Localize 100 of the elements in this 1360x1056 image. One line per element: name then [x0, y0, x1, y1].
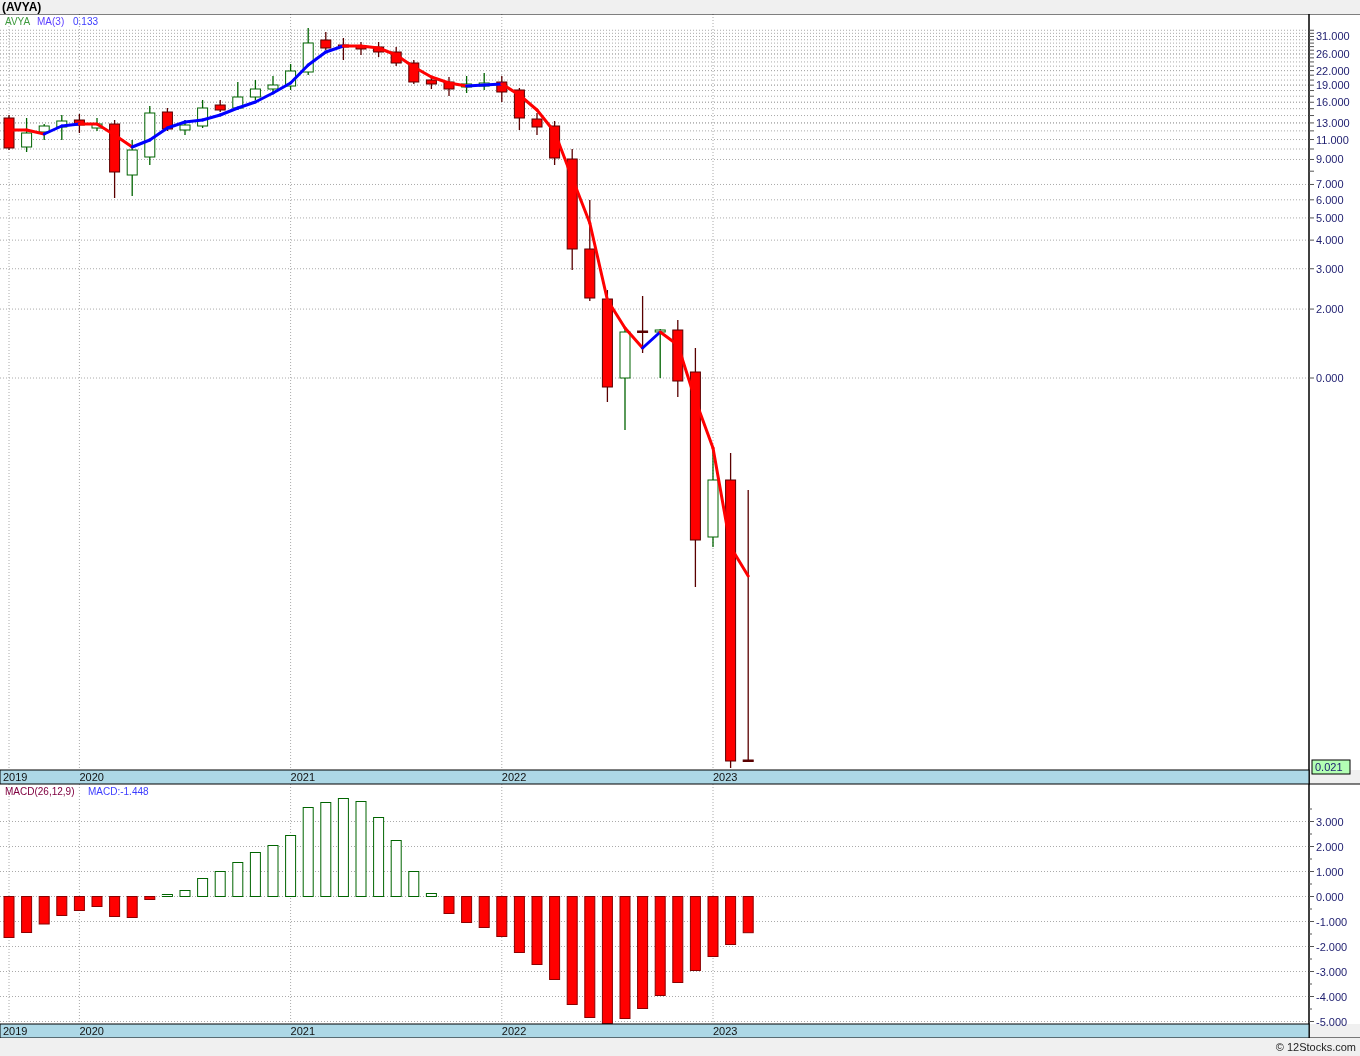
macd-bar [496, 896, 508, 937]
candlestick [355, 41, 367, 56]
candlestick [91, 117, 103, 132]
candlestick [513, 87, 525, 131]
candlestick [285, 63, 297, 91]
macd-axis-label: 3.000 [1316, 815, 1344, 828]
candlestick [320, 31, 332, 51]
macd-bar [513, 896, 525, 953]
macd-bar [91, 896, 103, 907]
price-axis-label: 16.000 [1316, 96, 1350, 109]
price-axis-label: 11.000 [1316, 133, 1349, 146]
chart-title: (AVYA) [2, 0, 42, 14]
macd-bar [390, 840, 402, 897]
macd-bar [73, 896, 85, 911]
candlestick [408, 59, 420, 85]
macd-bar [197, 878, 209, 897]
candlestick [461, 75, 473, 94]
macd-bar [425, 893, 437, 897]
moving-average-segment [429, 75, 451, 85]
candlestick [267, 75, 279, 93]
macd-bar [179, 890, 191, 897]
macd-bar [21, 896, 33, 933]
candlestick [232, 81, 244, 111]
macd-bar [38, 896, 50, 925]
macd-bar [707, 896, 719, 957]
macd-bar [443, 896, 455, 914]
year-label: 2023 [713, 1025, 738, 1037]
year-label: 2020 [79, 771, 104, 783]
candlestick [56, 114, 68, 141]
year-label: 2020 [79, 1025, 104, 1037]
price-axis-label: 6.000 [1316, 193, 1344, 206]
copyright-text: © 12Stocks.com [1275, 1039, 1356, 1055]
candlestick [637, 295, 649, 354]
price-axis-label: 0.000 [1316, 372, 1344, 384]
moving-average-segment [623, 326, 645, 350]
macd-legend: MACD(26,12,9) [5, 786, 75, 797]
year-label: 2019 [3, 1025, 28, 1037]
candlestick [73, 113, 85, 134]
macd-bar [161, 894, 173, 897]
candlestick [443, 76, 455, 97]
macd-bar [285, 835, 297, 897]
price-axis-label: 4.000 [1316, 234, 1344, 247]
macd-axis-label: 0.000 [1316, 890, 1344, 903]
macd-axis-label: -3.000 [1316, 965, 1348, 978]
price-axis-label: 7.000 [1316, 178, 1344, 191]
year-label: 2022 [501, 1025, 527, 1037]
price-axis-label: 5.000 [1316, 211, 1344, 224]
candlestick [179, 119, 191, 136]
candlestick [38, 123, 50, 141]
candlestick [214, 99, 226, 113]
macd-reading: MACD:-1.448 [88, 786, 149, 797]
candlestick [161, 107, 173, 132]
candlestick [531, 112, 543, 136]
year-label: 2021 [290, 771, 316, 783]
price-axis-label: 9.000 [1316, 153, 1344, 166]
moving-average-segment [236, 100, 257, 110]
candlestick [3, 114, 15, 151]
year-label: 2023 [713, 771, 738, 783]
year-label: 2019 [3, 771, 28, 783]
candlestick [390, 46, 402, 67]
year-label: 2021 [290, 1025, 316, 1037]
macd-bar [109, 896, 121, 917]
price-axis-label: 26.000 [1316, 47, 1350, 60]
macd-bar [232, 862, 244, 897]
macd-bar [56, 896, 68, 916]
macd-axis-label: 1.000 [1316, 865, 1344, 878]
indicator-value: 0.133 [73, 16, 99, 27]
macd-bar [478, 896, 490, 928]
candlestick [21, 117, 33, 153]
price-axis-label: 13.000 [1316, 116, 1350, 129]
macd-axis-label: 2.000 [1316, 840, 1344, 853]
price-axis-label: 3.000 [1316, 262, 1344, 275]
candlestick [496, 75, 508, 103]
year-label: 2022 [501, 771, 527, 783]
candlestick [373, 41, 385, 58]
candlestick [126, 139, 138, 197]
price-axis-label: 22.000 [1316, 64, 1350, 77]
macd-bar [725, 896, 737, 945]
price-axis-label: 31.000 [1316, 30, 1350, 43]
candlestick [302, 27, 314, 76]
candlestick [249, 79, 261, 101]
macd-bar [461, 896, 473, 923]
macd-bar [267, 845, 279, 897]
macd-bar [531, 896, 543, 965]
price-axis-label: 2.000 [1316, 303, 1344, 316]
symbol-legend: AVYA [5, 16, 31, 27]
candlestick [197, 99, 209, 129]
macd-axis-label: -1.000 [1316, 915, 1348, 928]
macd-bar [3, 896, 15, 938]
candlestick [337, 37, 349, 61]
macd-bar [742, 896, 754, 934]
macd-axis-label: -4.000 [1316, 990, 1348, 1003]
last-price-badge: 0.021 [1311, 759, 1351, 775]
price-axis-label: 19.000 [1316, 79, 1350, 92]
candlestick [478, 72, 490, 91]
candlestick [654, 328, 666, 379]
indicator-legend: MA(3) [37, 16, 65, 27]
candlestick [144, 105, 156, 166]
macd-bar [408, 871, 420, 897]
candlestick [549, 120, 561, 166]
